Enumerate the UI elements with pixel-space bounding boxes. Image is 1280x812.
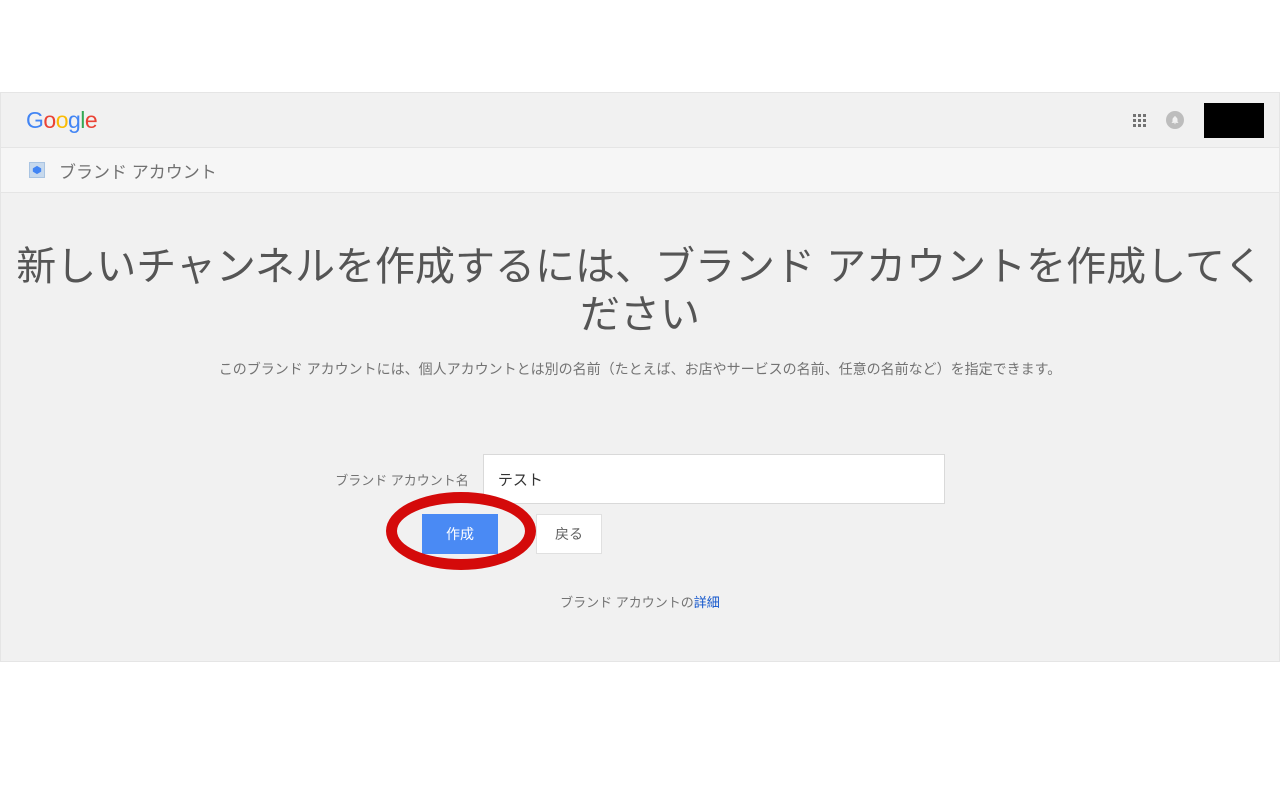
topbar: Google: [1, 93, 1279, 148]
page-container: Google ブランド アカウント 新しいチャンネルを作成するには、ブランド ア…: [0, 92, 1280, 662]
brand-account-icon: [29, 162, 45, 178]
page-subtext: このブランド アカウントには、個人アカウントとは別の名前（たとえば、お店やサービ…: [1, 359, 1279, 379]
notifications-icon[interactable]: [1166, 111, 1184, 129]
breadcrumb-label: ブランド アカウント: [59, 158, 217, 183]
footer-prefix: ブランド アカウントの: [560, 595, 694, 610]
google-logo[interactable]: Google: [26, 107, 97, 134]
breadcrumb: ブランド アカウント: [1, 148, 1279, 193]
content-area: 新しいチャンネルを作成するには、ブランド アカウントを作成してください このブラ…: [1, 193, 1279, 661]
form-row: ブランド アカウント名: [1, 454, 1279, 504]
back-button[interactable]: 戻る: [536, 514, 602, 554]
footer-text: ブランド アカウントの詳細: [1, 592, 1279, 611]
brand-account-name-label: ブランド アカウント名: [335, 470, 469, 489]
create-button[interactable]: 作成: [422, 514, 498, 554]
button-row: 作成 戻る: [422, 514, 1279, 554]
topbar-right: [1133, 103, 1264, 138]
brand-account-name-input[interactable]: [483, 454, 945, 504]
account-avatar[interactable]: [1204, 103, 1264, 138]
footer-details-link[interactable]: 詳細: [694, 595, 720, 610]
apps-grid-icon[interactable]: [1133, 114, 1146, 127]
page-heading: 新しいチャンネルを作成するには、ブランド アカウントを作成してください: [1, 193, 1279, 339]
